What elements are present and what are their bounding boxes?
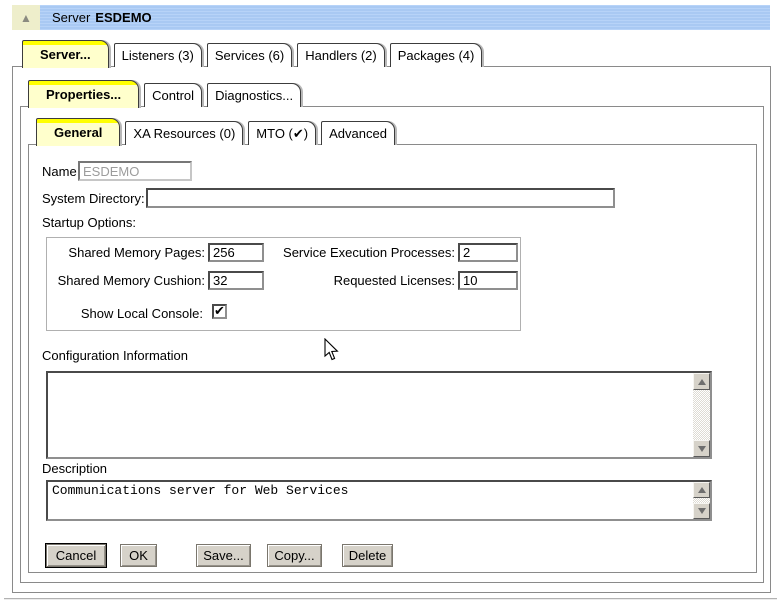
tab-handlers[interactable]: Handlers (2) xyxy=(297,43,385,67)
tab-server[interactable]: Server... xyxy=(22,40,109,68)
mouse-cursor-icon xyxy=(324,338,340,362)
show-local-console-checkbox[interactable]: ✔ xyxy=(212,304,227,319)
tabrow-level2: Properties... Control Diagnostics... xyxy=(28,79,306,107)
description-scrollbar[interactable] xyxy=(693,482,710,519)
service-execution-processes-label: Service Execution Processes: xyxy=(270,244,455,262)
startup-options-label: Startup Options: xyxy=(42,214,136,232)
scroll-down-button[interactable] xyxy=(693,440,710,457)
arrow-up-icon xyxy=(698,487,706,493)
server-properties-window: ▲ Server ESDEMO Server... Listeners (3) … xyxy=(0,0,781,608)
header-title-prefix: Server xyxy=(52,10,90,25)
header-bar: ▲ Server ESDEMO xyxy=(12,5,770,30)
shared-memory-cushion-label: Shared Memory Cushion: xyxy=(40,272,205,290)
cancel-button[interactable]: Cancel xyxy=(46,544,106,567)
scroll-up-button[interactable] xyxy=(693,373,710,390)
bottom-separator xyxy=(4,598,777,600)
requested-licenses-label: Requested Licenses: xyxy=(270,272,455,290)
requested-licenses-input[interactable] xyxy=(458,271,518,290)
tab-diagnostics[interactable]: Diagnostics... xyxy=(207,83,301,107)
system-directory-input[interactable] xyxy=(146,188,615,208)
arrow-down-icon xyxy=(698,508,706,514)
scroll-down-button[interactable] xyxy=(693,503,710,519)
tab-control[interactable]: Control xyxy=(144,83,202,107)
arrow-down-icon xyxy=(698,446,706,452)
system-directory-label: System Directory: xyxy=(42,190,145,208)
checkmark-icon: ✔ xyxy=(214,304,225,317)
configuration-scrollbar[interactable] xyxy=(693,373,710,457)
header-title-strip: Server ESDEMO xyxy=(40,5,770,30)
triangle-up-icon: ▲ xyxy=(20,12,32,24)
tab-packages[interactable]: Packages (4) xyxy=(390,43,483,67)
tabrow-level3: General XA Resources (0) MTO (✔) Advance… xyxy=(36,117,400,145)
copy-button[interactable]: Copy... xyxy=(267,544,322,567)
tab-listeners[interactable]: Listeners (3) xyxy=(114,43,202,67)
collapse-triangle-icon[interactable]: ▲ xyxy=(12,5,40,30)
delete-button[interactable]: Delete xyxy=(342,544,393,567)
description-textarea[interactable]: Communications server for Web Services xyxy=(46,480,712,521)
shared-memory-cushion-input[interactable] xyxy=(208,271,264,290)
configuration-information-textarea[interactable] xyxy=(46,371,712,459)
shared-memory-pages-input[interactable] xyxy=(208,243,264,262)
tab-mto[interactable]: MTO (✔) xyxy=(248,121,316,145)
tab-general[interactable]: General xyxy=(36,118,120,146)
ok-button[interactable]: OK xyxy=(120,544,157,567)
configuration-information-label: Configuration Information xyxy=(42,347,188,365)
shared-memory-pages-label: Shared Memory Pages: xyxy=(40,244,205,262)
service-execution-processes-input[interactable] xyxy=(458,243,518,262)
show-local-console-label: Show Local Console: xyxy=(40,305,203,323)
name-input xyxy=(78,161,192,181)
tab-advanced[interactable]: Advanced xyxy=(321,121,395,145)
scroll-up-button[interactable] xyxy=(693,482,710,498)
save-button[interactable]: Save... xyxy=(196,544,251,567)
scroll-track[interactable] xyxy=(693,390,710,440)
configuration-information-content[interactable] xyxy=(48,373,693,457)
tab-services[interactable]: Services (6) xyxy=(207,43,292,67)
tab-properties[interactable]: Properties... xyxy=(28,80,139,108)
arrow-up-icon xyxy=(698,379,706,385)
header-server-name: ESDEMO xyxy=(95,10,151,25)
tab-xa-resources[interactable]: XA Resources (0) xyxy=(125,121,243,145)
description-label: Description xyxy=(42,460,107,478)
description-content[interactable]: Communications server for Web Services xyxy=(48,482,693,519)
tabrow-level1: Server... Listeners (3) Services (6) Han… xyxy=(22,39,487,67)
name-label: Name xyxy=(42,163,77,181)
